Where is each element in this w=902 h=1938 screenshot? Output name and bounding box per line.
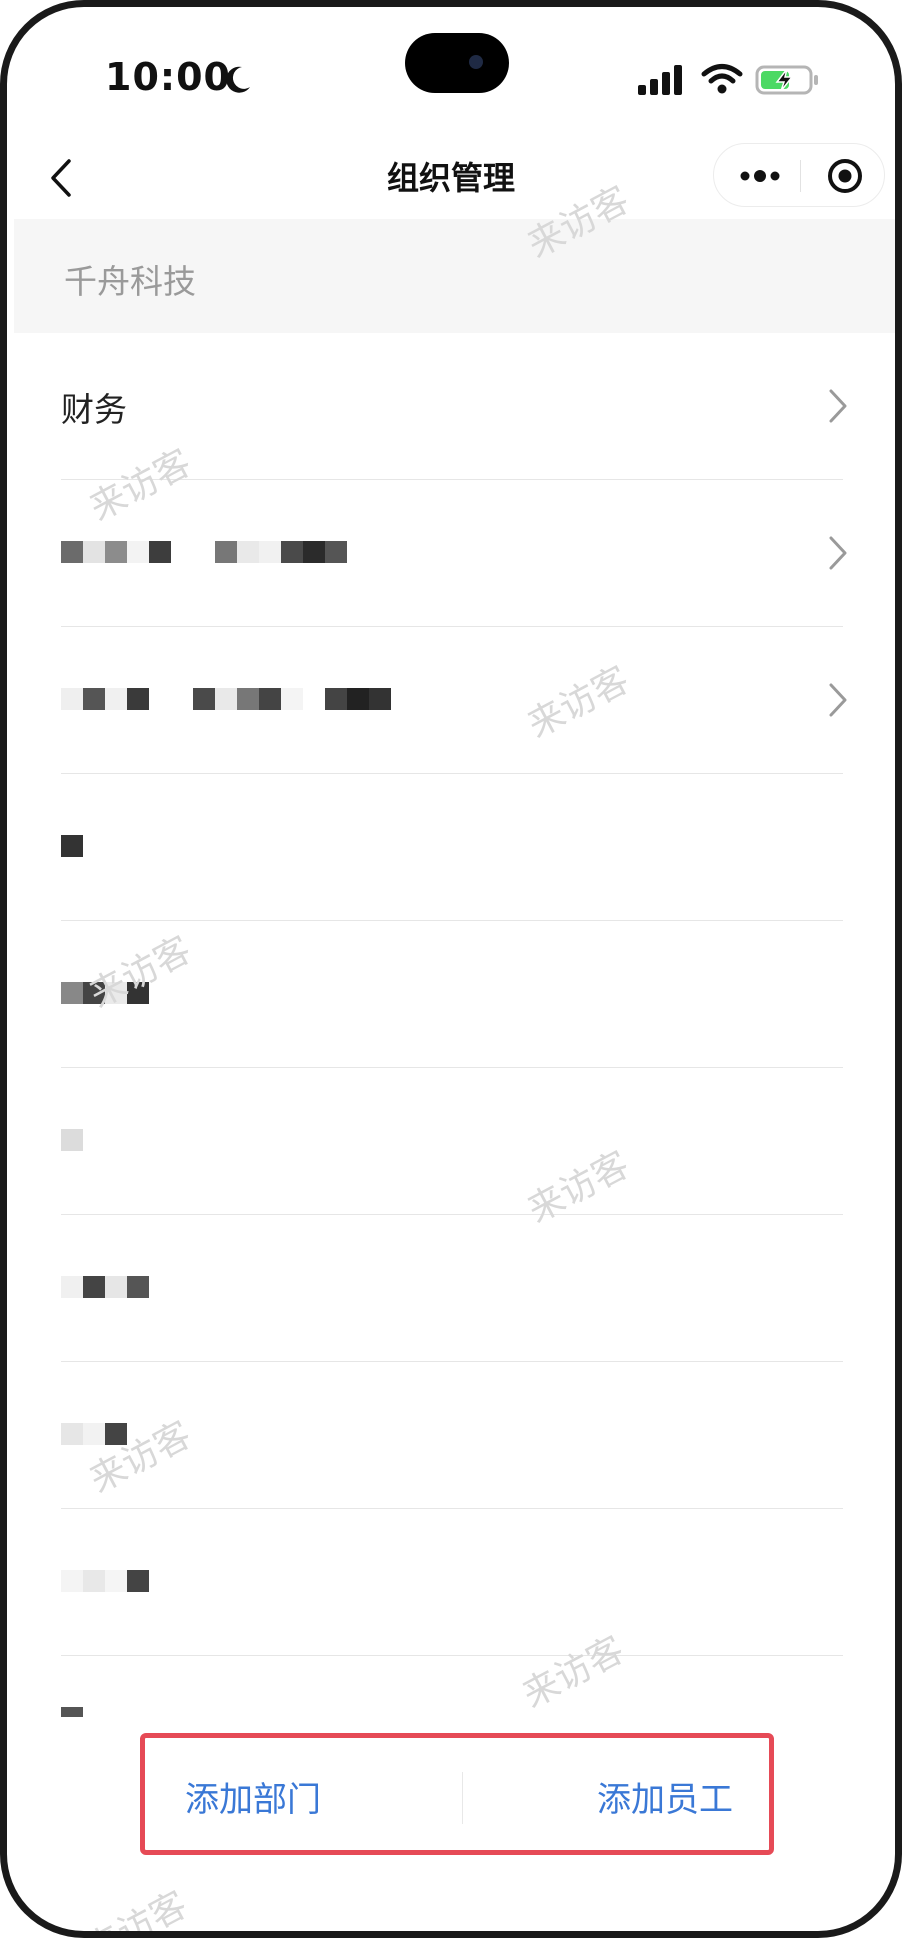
action-bar: 添加部门 添加员工 bbox=[140, 1733, 774, 1855]
department-label-redacted bbox=[61, 1559, 149, 1603]
action-divider bbox=[462, 1772, 463, 1824]
department-label-redacted bbox=[61, 530, 347, 574]
phone-frame: 10:00 组织管理 千舟科技 财务 来访客 来访客 来访客 来访客 来访客 来… bbox=[0, 0, 902, 1938]
department-row[interactable] bbox=[7, 1068, 895, 1215]
status-bar: 10:00 bbox=[7, 7, 895, 137]
navigation-bar: 组织管理 bbox=[7, 137, 895, 219]
add-employee-button[interactable]: 添加员工 bbox=[597, 1772, 733, 1821]
chevron-right-icon bbox=[829, 536, 847, 570]
status-time: 10:00 bbox=[105, 55, 231, 99]
company-name: 千舟科技 bbox=[64, 262, 196, 301]
department-row[interactable] bbox=[7, 627, 895, 774]
signal-icon bbox=[638, 65, 682, 95]
watermark: 来访客 bbox=[79, 1884, 194, 1938]
department-row[interactable]: 财务 bbox=[7, 333, 895, 480]
department-label-redacted bbox=[61, 677, 391, 721]
department-row[interactable] bbox=[7, 921, 895, 1068]
department-label: 财务 bbox=[61, 390, 127, 429]
more-dots-icon[interactable] bbox=[738, 166, 782, 186]
department-label-redacted bbox=[61, 1412, 127, 1456]
company-header: 千舟科技 bbox=[14, 219, 895, 333]
department-label-redacted bbox=[61, 1118, 83, 1162]
department-row[interactable] bbox=[7, 480, 895, 627]
capsule-divider bbox=[800, 160, 801, 192]
camera-icon bbox=[469, 55, 483, 69]
department-row[interactable] bbox=[7, 1509, 895, 1656]
department-row-partial bbox=[61, 1707, 83, 1746]
target-icon[interactable] bbox=[826, 157, 864, 195]
row-divider bbox=[61, 1655, 843, 1656]
department-label-redacted bbox=[61, 824, 83, 868]
mini-program-capsule bbox=[713, 143, 885, 207]
department-label-redacted bbox=[61, 1265, 149, 1309]
wifi-icon bbox=[701, 64, 743, 94]
add-department-button[interactable]: 添加部门 bbox=[185, 1772, 321, 1821]
department-row[interactable] bbox=[7, 1215, 895, 1362]
dynamic-island bbox=[405, 33, 509, 93]
chevron-right-icon bbox=[829, 683, 847, 717]
department-row[interactable] bbox=[7, 1362, 895, 1509]
department-label-redacted bbox=[61, 971, 149, 1015]
battery-charging-icon bbox=[755, 65, 818, 95]
moon-icon bbox=[226, 66, 250, 93]
chevron-right-icon bbox=[829, 389, 847, 423]
department-row[interactable] bbox=[7, 774, 895, 921]
